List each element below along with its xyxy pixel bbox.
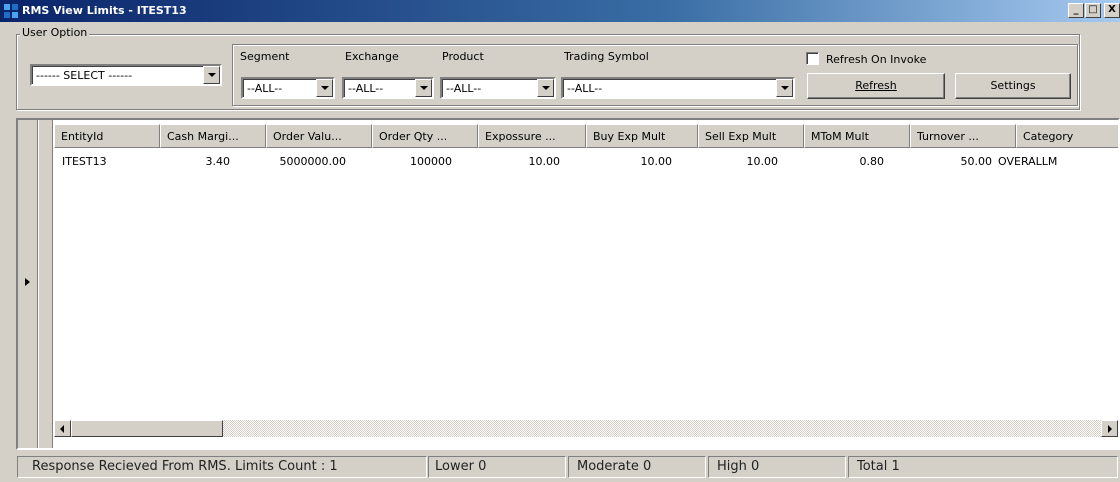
column-header-mtom-mult[interactable]: MToM Mult [804,124,910,148]
segment-dropdown-button[interactable] [316,79,333,97]
status-high: High 0 [708,456,846,478]
trading-symbol-value: --ALL-- [567,82,603,95]
scrollbar-thumb[interactable] [71,420,223,437]
minimize-button[interactable]: _ [1068,3,1084,18]
exchange-label: Exchange [345,50,399,63]
status-bar: Response Recieved From RMS. Limits Count… [0,454,1120,482]
refresh-on-invoke-label: Refresh On Invoke [826,53,927,66]
cell-sell-exp-mult: 10.00 [746,155,779,168]
horizontal-scrollbar[interactable] [54,420,1118,437]
chevron-down-icon [542,86,550,90]
current-row-arrow-icon [25,278,30,286]
exchange-dropdown-button[interactable] [415,79,432,97]
cell-category: OVERALLM [998,155,1058,168]
arrow-right-icon [1108,425,1112,433]
status-lower: Lower 0 [428,456,566,478]
limits-grid[interactable]: EntityId Cash Margi... Order Valu... Ord… [16,118,1120,450]
status-total: Total 1 [848,456,1118,478]
status-message: Response Recieved From RMS. Limits Count… [17,456,427,478]
user-option-dropdown-button[interactable] [203,66,220,84]
column-header-order-qty[interactable]: Order Qty ... [372,124,478,148]
status-moderate: Moderate 0 [568,456,706,478]
settings-button[interactable]: Settings [955,73,1071,99]
segment-label: Segment [240,50,290,63]
row-selector-column [18,120,38,448]
title-bar: RMS View Limits - ITEST13 _ □ X [0,0,1120,22]
arrow-left-icon [60,425,64,433]
column-header-entityid[interactable]: EntityId [54,124,160,148]
column-header-category[interactable]: Category [1016,124,1118,148]
column-header-sell-exp-mult[interactable]: Sell Exp Mult [698,124,804,148]
refresh-button[interactable]: Refresh [807,73,945,99]
window-title: RMS View Limits - ITEST13 [22,4,187,17]
cell-order-qty: 100000 [410,155,452,168]
column-header-cash-margin[interactable]: Cash Margi... [160,124,266,148]
column-header-turnover[interactable]: Turnover ... [910,124,1016,148]
scroll-left-button[interactable] [54,420,71,437]
exchange-value: --ALL-- [348,82,384,95]
segment-select[interactable]: --ALL-- [241,77,335,99]
chevron-down-icon [208,73,216,77]
product-select[interactable]: --ALL-- [440,77,556,99]
scroll-right-button[interactable] [1101,420,1118,437]
cell-buy-exp-mult: 10.00 [640,155,673,168]
chevron-down-icon [321,86,329,90]
refresh-on-invoke-checkbox[interactable] [806,52,819,65]
app-icon [4,4,18,18]
column-header-order-value[interactable]: Order Valu... [266,124,372,148]
product-value: --ALL-- [446,82,482,95]
cell-cash-margin: 3.40 [205,155,231,168]
user-option-select[interactable]: ------ SELECT ------ [30,64,222,86]
cell-entityid: ITEST13 [62,155,107,168]
chevron-down-icon [420,86,428,90]
exchange-select[interactable]: --ALL-- [342,77,434,99]
column-header-buy-exp-mult[interactable]: Buy Exp Mult [586,124,698,148]
product-dropdown-button[interactable] [537,79,554,97]
product-label: Product [442,50,484,63]
refresh-button-label: Refresh [855,79,897,92]
trading-symbol-select[interactable]: --ALL-- [561,77,795,99]
column-header-exposure[interactable]: Expossure ... [478,124,586,148]
trading-symbol-label: Trading Symbol [564,50,649,63]
cell-turnover: 50.00 [960,155,993,168]
maximize-button[interactable]: □ [1085,3,1101,18]
segment-value: --ALL-- [247,82,283,95]
cell-order-value: 5000000.00 [279,155,346,168]
cell-mtom-mult: 0.80 [859,155,885,168]
user-option-value: ------ SELECT ------ [36,69,133,82]
chevron-down-icon [781,86,789,90]
user-option-label: User Option [20,26,90,39]
cell-exposure: 10.00 [528,155,561,168]
trading-symbol-dropdown-button[interactable] [776,79,793,97]
row-header-column [39,120,53,448]
close-button[interactable]: X [1104,3,1120,18]
